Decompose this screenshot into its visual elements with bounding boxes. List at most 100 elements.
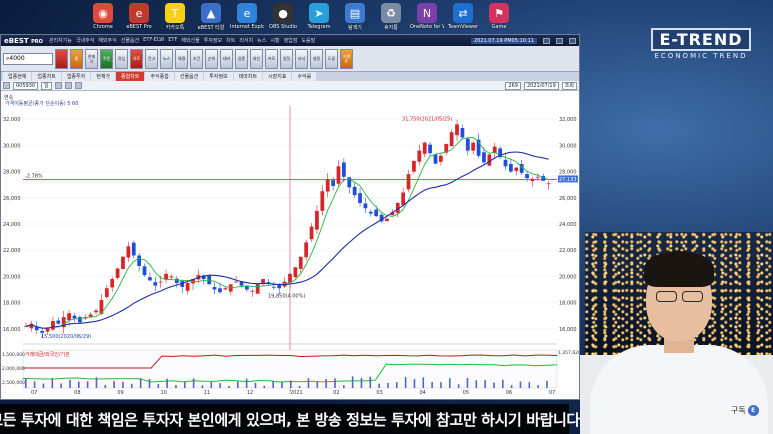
tb-news-button[interactable]: 뉴스 xyxy=(160,48,173,69)
main-toolbar: ⌕ 4000 홈 현재가 주문 관심 차트 잔고 뉴스 체결 조건 순위 테마 업종 외인 프로 일정 리서 설… xyxy=(1,46,579,72)
menu-item[interactable]: 해외선물 xyxy=(181,37,199,44)
tab-item[interactable]: 주식종합 xyxy=(145,72,174,81)
desktop-shortcut[interactable]: T 카카오톡 xyxy=(160,3,190,31)
menu-item[interactable]: 시황 xyxy=(270,37,279,44)
sub-tick: 1,500,000 xyxy=(2,352,25,358)
tb-order-button[interactable]: 주문 xyxy=(100,48,113,69)
volume-bar xyxy=(343,385,345,388)
menu-item[interactable]: 뉴스 xyxy=(257,37,266,44)
maximize-button[interactable] xyxy=(556,37,563,44)
price-tick-left: 28,000 xyxy=(3,170,21,176)
volume-bar xyxy=(440,382,442,388)
tb-current-button[interactable]: 현재가 xyxy=(85,48,98,69)
subscribe-badge[interactable]: 구독 E xyxy=(731,405,759,416)
candle-body xyxy=(88,314,93,317)
chart-type-icon[interactable] xyxy=(3,82,10,89)
tb-chart-button[interactable]: 차트 xyxy=(130,48,143,69)
menu-item[interactable]: 국내주식 xyxy=(76,37,94,44)
desktop-shortcut[interactable]: ➤ Telegram xyxy=(304,3,334,31)
menu-item[interactable]: 관리자기능 xyxy=(49,37,72,44)
minimize-button[interactable] xyxy=(543,37,550,44)
clock-display: 2021.07.19 PM05:10:11 xyxy=(470,37,537,44)
tab-item[interactable]: 수익률 xyxy=(292,72,317,81)
tb-program-button[interactable]: 프로 xyxy=(265,48,278,69)
tb-home-button[interactable]: 홈 xyxy=(70,48,83,69)
volume-bar xyxy=(387,382,389,388)
volume-bar xyxy=(175,384,177,388)
cross-tool-icon[interactable] xyxy=(64,82,72,89)
tab-item[interactable]: 투자정보 xyxy=(204,72,233,81)
desktop-shortcut[interactable]: ● OBS Studio xyxy=(268,3,298,31)
desktop-shortcut[interactable]: eInternet Explorer xyxy=(230,3,264,31)
tb-calendar-button[interactable]: 일정 xyxy=(280,48,293,69)
volume-bar xyxy=(307,378,310,388)
tab-item[interactable]: 업종현재 xyxy=(3,72,32,81)
tb-foreign-button[interactable]: 외인 xyxy=(250,48,263,69)
volume-bar xyxy=(201,385,204,388)
volume-bar xyxy=(237,381,239,388)
tab-item[interactable]: 테마차트 xyxy=(233,72,263,81)
stock-code-field[interactable]: 005930 xyxy=(13,81,39,90)
price-tick-right: 26,000 xyxy=(559,196,577,202)
line-tool-icon[interactable] xyxy=(54,82,62,89)
desktop-shortcut[interactable]: ♻ 휴지통 xyxy=(376,3,406,31)
desktop-shortcut[interactable]: ▲ eBEST 티알 xyxy=(196,3,226,31)
menu-item[interactable]: 도움말 xyxy=(301,37,315,44)
desktop-shortcut[interactable]: ⚑ Game xyxy=(484,3,514,31)
query-button[interactable]: 조회 xyxy=(561,81,577,90)
volume-bar xyxy=(502,379,504,388)
menu-item[interactable]: 투자정보 xyxy=(204,37,222,44)
menu-item[interactable]: ETF xyxy=(168,37,177,44)
tab-item[interactable]: 시장지표 xyxy=(263,72,292,81)
text-tool-icon[interactable] xyxy=(74,82,82,89)
onenote-icon: N xyxy=(417,3,437,23)
tb-trade-button[interactable]: 체결 xyxy=(175,48,188,69)
tb-interest-button[interactable]: 관심 xyxy=(115,48,128,69)
date-field[interactable]: 2021/07/19 xyxy=(523,81,559,90)
tb-logo-button[interactable] xyxy=(55,48,68,69)
stock-search-input[interactable]: ⌕ 4000 xyxy=(3,52,53,65)
desktop-shortcut[interactable]: e eBEST Pro xyxy=(124,3,154,31)
tb-help-button[interactable]: 도움 xyxy=(325,48,338,69)
tab-item[interactable]: 업종차트 xyxy=(32,72,61,81)
tb-theme-button[interactable]: 테마 xyxy=(220,48,233,69)
tab-item[interactable]: 업종투자 xyxy=(61,72,91,81)
tb-event-button[interactable]: 이벤트 xyxy=(340,48,353,69)
close-button[interactable] xyxy=(569,37,576,44)
price-tick-left: 26,000 xyxy=(3,196,21,202)
desktop-shortcut[interactable]: NOneNote for Windows xyxy=(410,3,444,31)
tb-research-button[interactable]: 리서 xyxy=(295,48,308,69)
candle-body xyxy=(277,285,282,289)
volume-bar xyxy=(78,381,80,388)
menu-item[interactable]: 해외주식 xyxy=(98,37,116,44)
tab-item[interactable]: 현재가 xyxy=(91,72,116,81)
chart-control-bar: 005930 일 269 2021/07/19 조회 xyxy=(1,81,579,91)
tb-condition-button[interactable]: 조건 xyxy=(190,48,203,69)
menu-item[interactable]: 선물옵션 xyxy=(121,37,139,44)
desktop-shortcut[interactable]: ⇄ TeamViewer xyxy=(448,3,478,31)
price-tick-right: 24,000 xyxy=(559,222,577,228)
tb-settings-button[interactable]: 설정 xyxy=(310,48,323,69)
tb-sector-button[interactable]: 업종 xyxy=(235,48,248,69)
candle-body xyxy=(271,286,276,288)
stock-chart[interactable]: 연속 가격이동평균(종가 단순이동) 5 60 32,000 32,000 30,000… xyxy=(1,92,579,400)
tb-rank-button[interactable]: 순위 xyxy=(205,48,218,69)
tab-item[interactable]: 종합차트 xyxy=(116,72,145,81)
volume-bar xyxy=(157,383,160,388)
volume-bar xyxy=(131,383,133,388)
desktop-shortcut[interactable]: ▤ 탐색기 xyxy=(340,3,370,31)
data-count-field[interactable]: 269 xyxy=(505,81,521,90)
candle-body xyxy=(428,144,432,154)
chart-svg[interactable]: 연속가격이동평균(종가 단순이동) 5 60 32,000 32,000 30,000… xyxy=(1,92,579,400)
desktop-shortcut[interactable]: ◉ Chrome xyxy=(88,3,118,31)
menu-item[interactable]: 차트 xyxy=(226,37,235,44)
candle-body xyxy=(530,179,535,182)
period-select[interactable]: 일 xyxy=(41,81,52,90)
menu-item[interactable]: 영업점 xyxy=(284,37,298,44)
menu-item[interactable]: 리서치 xyxy=(239,37,253,44)
menu-item[interactable]: ETF·ELW xyxy=(143,37,164,44)
tb-balance-button[interactable]: 잔고 xyxy=(145,48,158,69)
tab-item[interactable]: 선물옵션 xyxy=(174,72,204,81)
volume-bar xyxy=(378,383,380,388)
volume-bar xyxy=(396,382,398,388)
